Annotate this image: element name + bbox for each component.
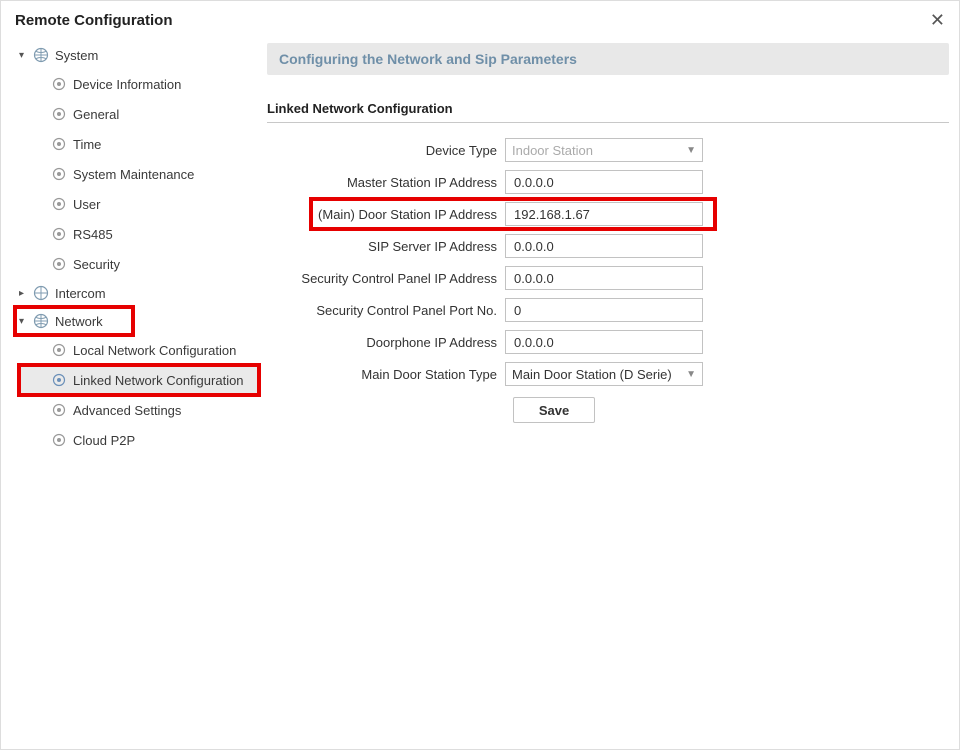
input-sip-ip[interactable] [505,234,703,258]
page-banner: Configuring the Network and Sip Paramete… [267,43,949,75]
gear-icon [51,76,67,92]
caret-down-icon: ▼ [686,369,696,380]
gear-icon [51,402,67,418]
sidebar-item-device-information[interactable]: Device Information [1,69,255,99]
globe-icon [33,313,49,329]
label-main-door-ip: (Main) Door Station IP Address [313,207,505,222]
sidebar-item-linked-network[interactable]: Linked Network Configuration [19,365,259,395]
select-device-type[interactable]: Indoor Station ▼ [505,138,703,162]
sidebar-item-system-maintenance[interactable]: System Maintenance [1,159,255,189]
globe-icon [33,285,49,301]
input-main-door-ip[interactable] [505,202,703,226]
sidebar-item-label: System Maintenance [73,167,194,182]
sidebar-group-network[interactable]: ▾ Network [15,307,133,335]
caret-down-icon: ▼ [686,145,696,156]
sidebar-item-advanced-settings[interactable]: Advanced Settings [1,395,255,425]
sidebar-item-label: Cloud P2P [73,433,135,448]
sidebar-group-intercom[interactable]: ▸ Intercom [1,279,255,307]
select-main-door-type[interactable]: Main Door Station (D Serie) ▼ [505,362,703,386]
sidebar-item-rs485[interactable]: RS485 [1,219,255,249]
sidebar-item-label: User [73,197,100,212]
main-panel: Configuring the Network and Sip Paramete… [255,37,959,749]
gear-icon [51,256,67,272]
label-device-type: Device Type [267,143,505,158]
save-button[interactable]: Save [513,397,595,423]
sidebar-item-label: Device Information [73,77,181,92]
sidebar-item-label: Security [73,257,120,272]
input-doorphone-ip[interactable] [505,330,703,354]
sidebar-item-label: Local Network Configuration [73,343,236,358]
sidebar-item-general[interactable]: General [1,99,255,129]
label-doorphone-ip: Doorphone IP Address [267,335,505,350]
sidebar-item-local-network[interactable]: Local Network Configuration [1,335,255,365]
select-value: Indoor Station [512,143,593,158]
sidebar-group-label: System [55,48,98,63]
select-value: Main Door Station (D Serie) [512,367,672,382]
caret-down-icon: ▾ [19,50,29,61]
sidebar-item-user[interactable]: User [1,189,255,219]
gear-icon [51,136,67,152]
label-main-door-type: Main Door Station Type [267,367,505,382]
gear-icon [51,342,67,358]
sidebar-item-security[interactable]: Security [1,249,255,279]
gear-icon [51,226,67,242]
gear-icon [51,196,67,212]
sidebar-group-label: Intercom [55,286,106,301]
close-icon[interactable]: ✕ [930,11,945,29]
gear-icon [51,432,67,448]
gear-icon [51,372,67,388]
sidebar-item-cloud-p2p[interactable]: Cloud P2P [1,425,255,455]
gear-icon [51,106,67,122]
sidebar-item-time[interactable]: Time [1,129,255,159]
input-sec-panel-port[interactable] [505,298,703,322]
input-master-station-ip[interactable] [505,170,703,194]
highlight-main-door-row: (Main) Door Station IP Address [313,201,713,227]
sidebar-item-label: Linked Network Configuration [73,373,244,388]
label-sip-ip: SIP Server IP Address [267,239,505,254]
sidebar-item-label: Advanced Settings [73,403,181,418]
globe-icon [33,47,49,63]
label-master-station-ip: Master Station IP Address [267,175,505,190]
sidebar-item-label: RS485 [73,227,113,242]
caret-right-icon: ▸ [19,288,29,299]
label-sec-panel-port: Security Control Panel Port No. [267,303,505,318]
sidebar-group-label: Network [55,314,103,329]
section-title: Linked Network Configuration [267,101,949,123]
sidebar-item-label: General [73,107,119,122]
sidebar: ▾ System Device Information General Time [1,37,255,749]
sidebar-group-system[interactable]: ▾ System [1,41,255,69]
sidebar-item-label: Time [73,137,101,152]
caret-down-icon: ▾ [19,316,29,327]
gear-icon [51,166,67,182]
input-sec-panel-ip[interactable] [505,266,703,290]
window-title: Remote Configuration [15,12,173,29]
label-sec-panel-ip: Security Control Panel IP Address [267,271,505,286]
